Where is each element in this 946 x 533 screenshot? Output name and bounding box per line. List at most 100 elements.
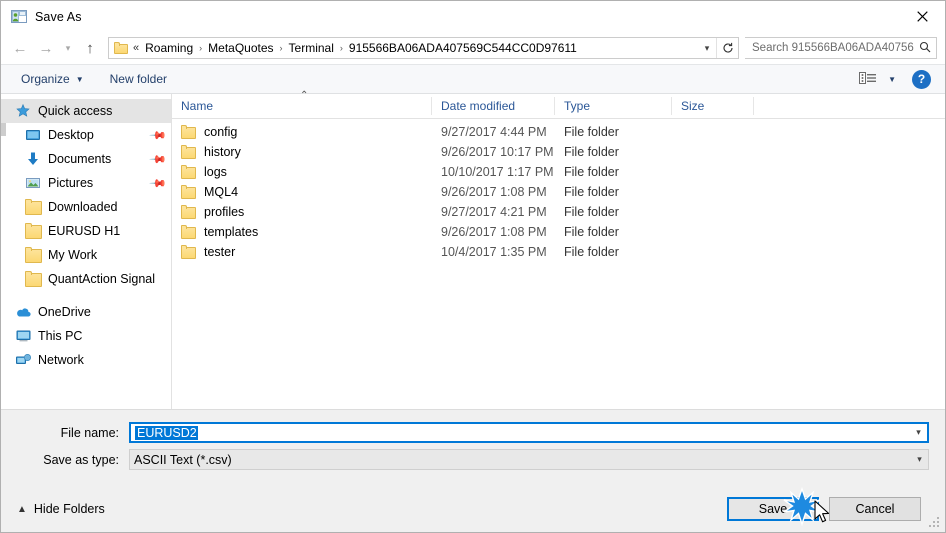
table-row[interactable]: profiles 9/27/2017 4:21 PM File folder [172, 202, 945, 222]
folder-icon [25, 199, 42, 215]
hide-folders-label: Hide Folders [33, 502, 105, 516]
address-chevron-down-icon[interactable]: ▾ [698, 43, 716, 54]
forward-arrow-icon[interactable]: → [33, 35, 59, 61]
sidebar-item-network[interactable]: Network [1, 348, 171, 372]
cell-date-modified: 9/27/2017 4:44 PM [441, 125, 547, 139]
cell-date-modified: 9/26/2017 1:08 PM [441, 225, 547, 239]
table-row[interactable]: tester 10/4/2017 1:35 PM File folder [172, 242, 945, 262]
file-name: MQL4 [204, 185, 239, 199]
organize-label: Organize [21, 72, 70, 86]
star-icon [15, 103, 32, 119]
column-header-type[interactable]: Type [555, 97, 672, 115]
search-input[interactable]: Search 915566BA06ADA40756... [745, 37, 937, 59]
file-name: config [204, 125, 238, 139]
table-row[interactable]: logs 10/10/2017 1:17 PM File folder [172, 162, 945, 182]
sidebar-item-label: Pictures [48, 176, 94, 190]
organize-button[interactable]: Organize ▼ [15, 68, 90, 90]
pin-icon[interactable]: 📌 [149, 174, 168, 192]
dialog-footer: ▲ Hide Folders Save Cancel [1, 486, 945, 532]
file-name-value: EURUSD2 [131, 425, 910, 440]
sidebar-item-quantaction-signal[interactable]: QuantAction Signal [1, 267, 171, 291]
table-row[interactable]: templates 9/26/2017 1:08 PM File folder [172, 222, 945, 242]
chevron-down-icon[interactable]: ▾ [910, 427, 927, 438]
file-name: tester [204, 245, 236, 259]
search-icon[interactable] [914, 41, 936, 56]
view-chevron-down-icon[interactable]: ▼ [888, 75, 896, 84]
address-bar[interactable]: « Roaming › MetaQuotes › Terminal › 9155… [108, 37, 739, 59]
folder-icon [181, 125, 196, 139]
sidebar-item-label: Downloaded [48, 200, 118, 214]
cell-name: profiles [172, 205, 432, 219]
save-as-type-select[interactable]: ASCII Text (*.csv) ▾ [129, 449, 929, 470]
resize-grip-icon[interactable] [929, 517, 941, 529]
sidebar-item-documents[interactable]: Documents 📌 [1, 147, 171, 171]
column-header-date-modified[interactable]: Date modified [432, 97, 555, 115]
recent-locations-chevron-down-icon[interactable]: ▾ [59, 35, 77, 61]
back-arrow-icon[interactable]: ← [7, 35, 33, 61]
file-name-row: File name: EURUSD2 ▾ [17, 422, 929, 443]
breadcrumb-item-0[interactable]: Roaming [142, 40, 196, 56]
table-row[interactable]: history 9/26/2017 10:17 PM File folder [172, 142, 945, 162]
breadcrumb-item-2[interactable]: Terminal [286, 40, 337, 56]
file-name: templates [204, 225, 259, 239]
up-arrow-icon[interactable]: ↑ [77, 35, 103, 61]
sidebar-item-desktop[interactable]: Desktop 📌 [1, 123, 171, 147]
cell-type: File folder [564, 165, 619, 179]
cell-name: history [172, 145, 432, 159]
breadcrumb-item-3[interactable]: 915566BA06ADA407569C544CC0D97611 [346, 40, 580, 56]
pin-icon[interactable]: 📌 [149, 126, 168, 144]
cell-name: config [172, 125, 432, 139]
breadcrumb-overflow[interactable]: « [132, 42, 142, 54]
help-icon[interactable]: ? [912, 69, 931, 89]
network-icon [15, 352, 32, 368]
command-toolbar: Organize ▼ New folder ▼ ? [1, 64, 945, 94]
cell-type: File folder [564, 145, 619, 159]
folder-icon [181, 185, 196, 199]
folder-icon [25, 247, 42, 263]
navigation-pane: Quick access Desktop 📌 Documents 📌 Pictu… [1, 94, 172, 409]
new-folder-label: New folder [109, 72, 167, 86]
sidebar-item-pictures[interactable]: Pictures 📌 [1, 171, 171, 195]
file-name: logs [204, 165, 227, 179]
save-as-type-value: ASCII Text (*.csv) [134, 452, 232, 467]
table-row[interactable]: config 9/27/2017 4:44 PM File folder [172, 122, 945, 142]
sidebar-item-this-pc[interactable]: This PC [1, 324, 171, 348]
refresh-icon[interactable] [716, 38, 738, 58]
table-row[interactable]: MQL4 9/26/2017 1:08 PM File folder [172, 182, 945, 202]
save-as-type-label: Save as type: [43, 452, 119, 467]
onedrive-icon [15, 304, 32, 320]
sidebar-item-eurusd-h1[interactable]: EURUSD H1 [1, 219, 171, 243]
cancel-button-label: Cancel [855, 502, 895, 516]
chevron-down-icon[interactable]: ▾ [911, 454, 928, 465]
pin-icon[interactable]: 📌 [149, 150, 168, 168]
column-header-size[interactable]: Size [672, 97, 754, 115]
documents-icon [25, 151, 42, 167]
cell-type: File folder [564, 185, 619, 199]
file-name-input[interactable]: EURUSD2 ▾ [129, 422, 929, 443]
save-button[interactable]: Save [727, 497, 819, 521]
view-list-icon[interactable] [858, 70, 880, 88]
cell-date-modified: 9/26/2017 10:17 PM [441, 145, 554, 159]
sidebar-item-onedrive[interactable]: OneDrive [1, 300, 171, 324]
sidebar-item-my-work[interactable]: My Work [1, 243, 171, 267]
sidebar-item-label: Desktop [48, 128, 94, 142]
hide-folders-button[interactable]: ▲ Hide Folders [17, 502, 105, 516]
sidebar-item-label: OneDrive [38, 305, 91, 319]
save-as-dialog: Save As ← → ▾ ↑ « Roaming › MetaQuotes ›… [0, 0, 946, 533]
sidebar-item-label: Network [38, 353, 84, 367]
cell-name: logs [172, 165, 432, 179]
close-icon[interactable] [899, 1, 945, 31]
chevron-right-icon: › [199, 43, 203, 53]
new-folder-button[interactable]: New folder [104, 68, 173, 90]
cell-name: MQL4 [172, 185, 432, 199]
file-name-label: File name: [60, 425, 119, 440]
chevron-down-icon: ▼ [75, 74, 84, 84]
cell-name: templates [172, 225, 432, 239]
breadcrumb-item-1[interactable]: MetaQuotes [205, 40, 276, 56]
sidebar-item-label: Quick access [38, 104, 113, 118]
folder-icon [25, 223, 42, 239]
sidebar-item-quick-access[interactable]: Quick access [1, 99, 171, 123]
cancel-button[interactable]: Cancel [829, 497, 921, 521]
sidebar-item-downloaded[interactable]: Downloaded [1, 195, 171, 219]
